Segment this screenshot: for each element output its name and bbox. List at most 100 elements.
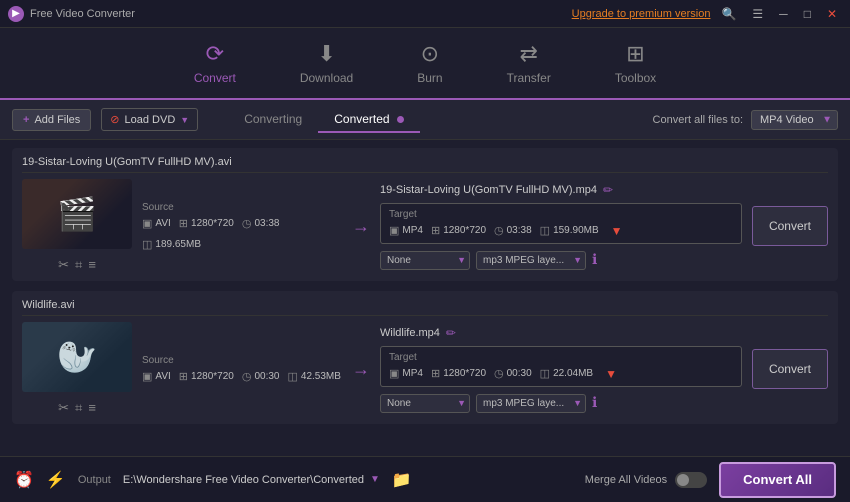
tab-converted-dot [397, 116, 404, 123]
close-button[interactable]: ✕ [822, 5, 842, 23]
file1-source-size: ◫ 189.65MB [142, 238, 201, 251]
output-path-text: E:\Wondershare Free Video Converter\Conv… [123, 474, 364, 486]
arrow-right-icon: → [352, 359, 370, 380]
tab-converted-label: Converted [334, 112, 389, 126]
format-icon: ▣ [142, 217, 152, 230]
crop-icon[interactable]: ⌗ [75, 257, 82, 273]
settings-icon[interactable]: ≡ [88, 400, 96, 416]
maximize-button[interactable]: □ [799, 5, 816, 23]
transfer-icon: ⇄ [519, 41, 537, 67]
settings-icon[interactable]: ≡ [88, 257, 96, 273]
file1-convert-button[interactable]: Convert [752, 206, 828, 246]
file1-target-format: ▣ MP4 [389, 224, 423, 237]
flash-icon[interactable]: ⚡ [46, 470, 66, 490]
load-dvd-button[interactable]: ⊘ Load DVD ▼ [101, 108, 198, 131]
duration-icon: ◷ [242, 217, 252, 230]
edit-icon[interactable]: ✏ [603, 183, 613, 197]
audio-select[interactable]: mp3 MPEG laye... [476, 251, 586, 270]
menu-button[interactable]: ☰ [747, 5, 768, 23]
merge-toggle[interactable] [675, 472, 707, 488]
tab-converted[interactable]: Converted [318, 107, 420, 133]
file2-source-label: Source [142, 355, 342, 366]
file1-thumb-toolbar: ✂ ⌗ ≡ [58, 257, 96, 273]
file1-source-info-row: ▣ AVI ⊞ 1280*720 ◷ 03:38 ◫ 189.65MB [142, 217, 342, 251]
format-select[interactable]: MP4 Video AVI Video MOV Video MKV Video [751, 110, 838, 130]
nav-convert-label: Convert [194, 71, 236, 85]
t-resolution-icon: ⊞ [431, 224, 440, 237]
merge-label: Merge All Videos [585, 474, 667, 486]
file1-target-meta: Target ▣ MP4 ⊞ 1280*720 ◷ [380, 203, 742, 244]
file2-convert-label: Convert [769, 362, 811, 376]
title-bar-right: Upgrade to premium version 🔍 ☰ ─ □ ✕ [572, 5, 842, 23]
convert-icon: ⟳ [206, 41, 224, 67]
nav-download[interactable]: ⬇ Download [288, 33, 365, 93]
file1-source-label: Source [142, 202, 342, 213]
clock-icon[interactable]: ⏰ [14, 470, 34, 490]
tab-converting[interactable]: Converting [228, 107, 318, 133]
subtitle-select-wrapper[interactable]: None ▼ [380, 250, 470, 270]
subtitle-select[interactable]: None [380, 394, 470, 413]
audio-select-wrapper[interactable]: mp3 MPEG laye... ▼ [476, 393, 586, 413]
nav-transfer[interactable]: ⇄ Transfer [495, 33, 563, 93]
audio-select-wrapper[interactable]: mp3 MPEG laye... ▼ [476, 250, 586, 270]
convert-all-label: Convert All [743, 472, 812, 487]
t-size-icon: ◫ [540, 367, 550, 380]
file1-source-resolution: ⊞ 1280*720 [179, 217, 234, 230]
t-resolution-icon: ⊞ [431, 367, 440, 380]
file1-target: 19-Sistar-Loving U(GomTV FullHD MV).mp4 … [380, 183, 742, 270]
audio-select[interactable]: mp3 MPEG laye... [476, 394, 586, 413]
minimize-button[interactable]: ─ [774, 5, 793, 23]
nav-burn-label: Burn [417, 71, 442, 85]
subtitle-select[interactable]: None [380, 251, 470, 270]
target-dropdown-arrow[interactable]: ▼ [605, 367, 617, 381]
nav-download-label: Download [300, 71, 353, 85]
format-icon: ▣ [142, 370, 152, 383]
tab-area: Converting Converted [228, 107, 420, 133]
nav-toolbox[interactable]: ⊞ Toolbox [603, 33, 668, 93]
scissors-icon[interactable]: ✂ [58, 257, 69, 273]
file2-dropdowns: None ▼ mp3 MPEG laye... ▼ ℹ [380, 393, 742, 413]
search-button[interactable]: 🔍 [716, 5, 741, 23]
file2-target-format: ▣ MP4 [389, 367, 423, 380]
file1-main: 🎬 ✂ ⌗ ≡ Source ▣ AVI ⊞ [22, 179, 828, 273]
file2-name: Wildlife.avi [22, 299, 828, 316]
add-files-button[interactable]: + Add Files [12, 109, 91, 131]
info-icon[interactable]: ℹ [592, 251, 597, 268]
file2-convert-button[interactable]: Convert [752, 349, 828, 389]
file2-source-size: ◫ 42.53MB [287, 370, 340, 383]
output-label: Output [78, 474, 111, 486]
nav-burn[interactable]: ⊙ Burn [405, 33, 454, 93]
file1-target-resolution: ⊞ 1280*720 [431, 224, 486, 237]
t-duration-icon: ◷ [494, 224, 504, 237]
nav-convert[interactable]: ⟳ Convert [182, 33, 248, 93]
file1-target-label: Target [389, 209, 733, 220]
upgrade-link[interactable]: Upgrade to premium version [572, 8, 711, 20]
file-list: 19-Sistar-Loving U(GomTV FullHD MV).avi … [0, 140, 850, 456]
file2-target-duration: ◷ 00:30 [494, 367, 532, 380]
edit-icon[interactable]: ✏ [446, 326, 456, 340]
size-icon: ◫ [142, 238, 152, 251]
file1-source-duration: ◷ 03:38 [242, 217, 280, 230]
subtitle-select-wrapper[interactable]: None ▼ [380, 393, 470, 413]
target-dropdown-arrow[interactable]: ▼ [611, 224, 623, 238]
file1-dropdowns: None ▼ mp3 MPEG laye... ▼ ℹ [380, 250, 742, 270]
burn-icon: ⊙ [421, 41, 439, 67]
file2-main: 🦭 ✂ ⌗ ≡ Source ▣ AVI ⊞ [22, 322, 828, 416]
output-path-arrow[interactable]: ▼ [370, 474, 380, 485]
nav-bar: ⟳ Convert ⬇ Download ⊙ Burn ⇄ Transfer ⊞… [0, 28, 850, 100]
format-select-wrapper[interactable]: MP4 Video AVI Video MOV Video MKV Video … [751, 110, 838, 130]
file1-target-size: ◫ 159.90MB [540, 224, 599, 237]
scissors-icon[interactable]: ✂ [58, 400, 69, 416]
folder-icon[interactable]: 📁 [392, 470, 412, 490]
resolution-icon: ⊞ [179, 370, 188, 383]
convert-all-button[interactable]: Convert All [719, 462, 836, 498]
load-dvd-label: Load DVD [125, 114, 176, 126]
file2-target-info-row: ▣ MP4 ⊞ 1280*720 ◷ 00:30 [389, 367, 733, 381]
title-bar-left: ▶ Free Video Converter [8, 6, 135, 22]
file1-convert-label: Convert [769, 219, 811, 233]
file2-thumb-toolbar: ✂ ⌗ ≡ [58, 400, 96, 416]
info-icon[interactable]: ℹ [592, 394, 597, 411]
duration-icon: ◷ [242, 370, 252, 383]
title-bar: ▶ Free Video Converter Upgrade to premiu… [0, 0, 850, 28]
crop-icon[interactable]: ⌗ [75, 400, 82, 416]
